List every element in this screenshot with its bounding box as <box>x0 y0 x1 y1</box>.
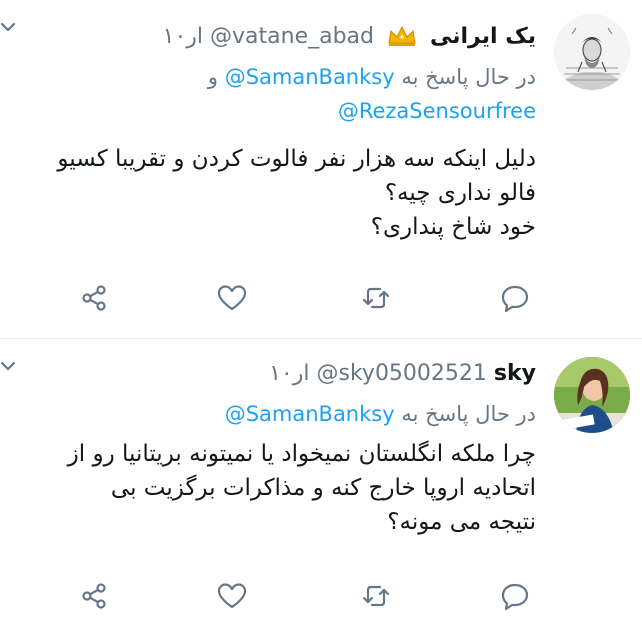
replying-prefix: در حال پاسخ به <box>401 65 536 89</box>
tweet-text-line: نتیجه می مونه؟ <box>387 509 536 535</box>
retweet-icon <box>362 287 390 309</box>
like-icon <box>217 583 247 609</box>
display-name[interactable]: یک ایرانی <box>430 24 536 49</box>
timestamp: ۱۰ار <box>162 24 204 49</box>
replying-to: در حال پاسخ به @SamanBanksy <box>6 397 536 431</box>
display-name[interactable]: sky <box>494 361 536 386</box>
tweet-actions <box>0 576 642 616</box>
tweet-header: ۱۰ار @vatane_abad یک ایرانی <box>163 22 536 52</box>
share-icon <box>82 583 106 609</box>
tweet-text-line: دلیل اینکه سه هزار نفر فالوت کردن و تقری… <box>57 146 536 172</box>
reply-button[interactable] <box>495 278 535 318</box>
timestamp: ۱۰ار <box>269 361 310 386</box>
tweet-actions <box>0 278 642 318</box>
replying-joiner: و <box>207 65 219 89</box>
retweet-icon <box>362 585 390 607</box>
mention-link[interactable]: @RezaSensourfree <box>338 99 536 123</box>
tweet-header: ۱۰ار @sky05002521 sky <box>269 359 536 389</box>
tweet-text-line: اتحادیه اروپا خارج کنه و مذاکرات برگزیت … <box>110 475 536 501</box>
avatar[interactable] <box>554 14 630 90</box>
chevron-down-icon[interactable] <box>0 22 16 32</box>
share-button[interactable] <box>74 576 114 616</box>
like-button[interactable] <box>212 278 252 318</box>
tweet-text: چرا ملکه انگلستان نمیخواد یا نمیتونه بری… <box>6 437 536 539</box>
mention-link[interactable]: @SamanBanksy <box>225 402 395 426</box>
retweet-button[interactable] <box>356 576 396 616</box>
replying-to: در حال پاسخ به @SamanBanksy و @RezaSenso… <box>0 60 536 128</box>
tweet-text: دلیل اینکه سه هزار نفر فالوت کردن و تقری… <box>6 142 536 244</box>
retweet-button[interactable] <box>356 278 396 318</box>
chevron-down-icon[interactable] <box>0 361 16 371</box>
reply-icon <box>501 583 529 611</box>
reply-button[interactable] <box>495 576 535 616</box>
like-button[interactable] <box>212 576 252 616</box>
replying-prefix: در حال پاسخ به <box>401 402 536 426</box>
avatar[interactable] <box>554 357 630 433</box>
tweet-text-line: فالو نداری چیه؟ <box>384 180 536 206</box>
share-button[interactable] <box>74 278 114 318</box>
reply-icon <box>501 285 529 313</box>
tweet-text-line: چرا ملکه انگلستان نمیخواد یا نمیتونه بری… <box>67 441 536 467</box>
tweet[interactable]: ۱۰ار @sky05002521 sky در حال پاسخ به @Sa… <box>0 339 642 642</box>
tweet[interactable]: ۱۰ار @vatane_abad یک ایرانی در حال پاسخ … <box>0 0 642 339</box>
crown-icon <box>388 25 416 46</box>
mention-link[interactable]: @SamanBanksy <box>225 65 395 89</box>
handle[interactable]: @sky05002521 <box>317 361 487 386</box>
like-icon <box>217 285 247 311</box>
handle[interactable]: @vatane_abad <box>210 24 374 49</box>
share-icon <box>82 285 106 311</box>
tweet-text-line: خود شاخ پنداری؟ <box>370 214 536 240</box>
